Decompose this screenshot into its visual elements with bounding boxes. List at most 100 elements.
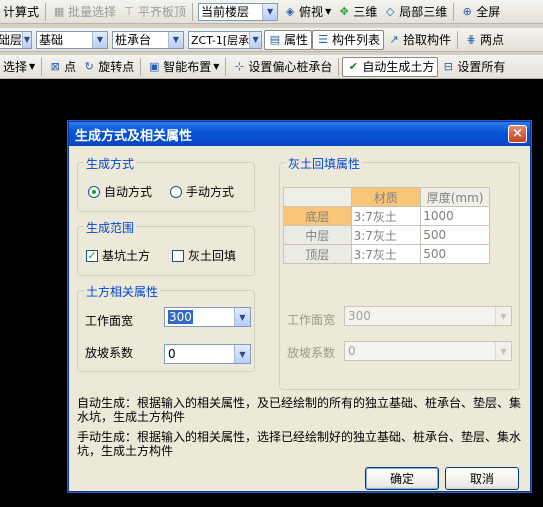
column-header-thickness[interactable]: 厚度(mm): [420, 187, 490, 207]
thickness-cell[interactable]: 500: [420, 244, 490, 264]
properties-icon: ▤: [269, 32, 281, 46]
chevron-down-icon: ▼: [495, 307, 511, 325]
fullscreen-button[interactable]: ⊕ 全屏: [457, 1, 503, 23]
chevron-down-icon: ▼: [325, 7, 332, 16]
list-icon: ☰: [318, 32, 328, 46]
backfill-work-width-select[interactable]: 300 ▼: [344, 306, 512, 326]
dialog-title: 生成方式及相关属性: [69, 122, 530, 146]
point-button[interactable]: ⊠ 点: [45, 56, 79, 78]
checkbox-icon: [172, 249, 184, 262]
two-point-button[interactable]: ⋕ 两点: [461, 29, 507, 51]
main-toolbar: 计算式 ▦ 批量选择 ⊤ 平齐板顶 当前楼层 ▼ ◈ 俯视 ▼ ✥ 三维 ◇ 局部三维 ⊕ 全屏: [0, 0, 543, 24]
formula-button[interactable]: 计算式: [0, 1, 42, 23]
chevron-down-icon: ▼: [92, 31, 107, 48]
backfill-work-width-label: 工作面宽: [287, 313, 336, 327]
table-header-row: 材质 厚度(mm): [283, 187, 490, 207]
generate-mode-group: 生成方式 自动方式 手动方式: [77, 155, 255, 212]
two-point-icon: ⋕: [466, 32, 476, 46]
checkmark-icon: ✓: [86, 248, 98, 262]
toolbar-separator: [192, 2, 194, 21]
work-width-select[interactable]: 300 ▼: [164, 307, 251, 327]
ok-button[interactable]: 确定: [365, 467, 439, 490]
chevron-down-icon: ▼: [168, 31, 183, 48]
backfill-slope-coef-label: 放坡系数: [287, 346, 336, 360]
align-icon: ⊤: [124, 4, 134, 18]
select-button[interactable]: 选择 ▼: [0, 56, 38, 78]
eccentric-cap-button[interactable]: ⊹ 设置偏心桩承台: [229, 56, 335, 78]
eccentric-icon: ⊹: [234, 59, 244, 73]
column-header-material[interactable]: 材质: [350, 187, 422, 207]
backfill-layers-table: 材质 厚度(mm) 底层 3:7灰土 1000 中层 3:7灰土 500 顶层 …: [283, 187, 490, 264]
batch-select-button[interactable]: ▦ 批量选择: [49, 1, 119, 23]
chevron-down-icon: ▼: [29, 62, 36, 71]
chevron-down-icon: ▼: [262, 3, 278, 20]
auto-generate-description: 自动生成：根据输入的相关属性，及已经绘制的所有的独立基础、桩承台、垫层、集水坑，…: [77, 396, 522, 424]
cancel-button[interactable]: 取消: [445, 467, 519, 490]
thickness-cell[interactable]: 1000: [420, 206, 490, 226]
floor-select[interactable]: 基础层▼: [0, 30, 32, 49]
element-list-button[interactable]: ☰ 构件列表: [312, 29, 385, 50]
set-all-button[interactable]: ⊟ 设置所有: [438, 56, 508, 78]
set-all-icon: ⊟: [443, 59, 454, 73]
3d-button[interactable]: ✥ 三维: [334, 1, 380, 23]
local-3d-icon: ◇: [386, 4, 395, 18]
category-select[interactable]: 基础 ▼: [36, 30, 108, 49]
pick-element-button[interactable]: ↗ 拾取构件: [384, 29, 454, 51]
manual-mode-radio[interactable]: 手动方式: [170, 183, 234, 200]
type-select[interactable]: 桩承台 ▼: [112, 30, 184, 49]
slope-coef-select[interactable]: 0 ▼: [164, 344, 251, 364]
smart-layout-icon: ▣: [149, 59, 160, 73]
chevron-down-icon: ▼: [249, 31, 261, 48]
toolbar-separator: [45, 2, 47, 21]
row-header[interactable]: 底层: [283, 206, 352, 226]
chevron-down-icon: ▼: [495, 342, 511, 360]
zoom-icon: ⊕: [462, 4, 472, 18]
3d-icon: ✥: [339, 4, 349, 18]
earthwork-props-label: 土方相关属性: [84, 283, 161, 300]
draw-toolbar: 选择 ▼ ⊠ 点 ↻ 旋转点 ▣ 智能布置 ▼ ⊹ 设置偏心桩承台 ✔ 自动生成土方 ⊟ 设置所…: [0, 55, 543, 79]
current-floor-select[interactable]: 当前楼层 ▼: [198, 2, 279, 21]
pit-earthwork-checkbox[interactable]: ✓ 基坑土方: [86, 247, 150, 264]
radio-icon: [170, 185, 182, 198]
chevron-down-icon: ▼: [234, 345, 250, 363]
chevron-down-icon: ▼: [234, 308, 250, 326]
rotate-icon: ↻: [84, 59, 94, 73]
generate-scope-label: 生成范围: [84, 219, 137, 236]
local-3d-button[interactable]: ◇ 局部三维: [380, 1, 450, 23]
smart-layout-button[interactable]: ▣ 智能布置 ▼: [144, 56, 222, 78]
manual-generate-description: 手动生成：根据输入的相关属性，选择已经绘制好的独立基础、桩承台、垫层、集水坑，生…: [77, 430, 522, 458]
row-header[interactable]: 中层: [283, 225, 352, 245]
toolbar-separator: [41, 57, 43, 76]
pick-icon: ↗: [389, 32, 399, 46]
auto-mode-radio[interactable]: 自动方式: [88, 183, 152, 200]
properties-button[interactable]: ▤ 属性: [264, 29, 313, 50]
table-row: 底层 3:7灰土 1000: [283, 206, 490, 226]
rotate-point-button[interactable]: ↻ 旋转点: [79, 56, 137, 78]
material-cell[interactable]: 3:7灰土: [350, 225, 422, 245]
thickness-cell[interactable]: 500: [420, 225, 490, 245]
toolbar-separator: [140, 57, 142, 76]
backfill-checkbox[interactable]: 灰土回填: [172, 247, 236, 264]
auto-generate-earthwork-button[interactable]: ✔ 自动生成土方: [342, 56, 439, 77]
toolbar-separator: [453, 2, 455, 21]
chevron-down-icon: ▼: [22, 31, 31, 48]
radio-selected-icon: [88, 185, 100, 198]
cube-icon: ◈: [285, 4, 295, 18]
material-cell[interactable]: 3:7灰土: [350, 244, 422, 264]
row-header[interactable]: 顶层: [283, 244, 352, 264]
batch-select-icon: ▦: [53, 4, 65, 18]
backfill-slope-coef-select[interactable]: 0 ▼: [344, 341, 512, 361]
close-button[interactable]: ×: [508, 125, 527, 143]
material-cell[interactable]: 3:7灰土: [350, 206, 422, 226]
work-width-label: 工作面宽: [85, 314, 134, 328]
generate-mode-label: 生成方式: [84, 155, 137, 172]
toolbar-separator: [457, 30, 459, 49]
element-select[interactable]: ZCT-1[层承 ▼: [188, 30, 262, 49]
align-slab-top-button[interactable]: ⊤ 平齐板顶: [119, 1, 189, 23]
table-row: 中层 3:7灰土 500: [283, 225, 490, 245]
table-row: 顶层 3:7灰土 500: [283, 244, 490, 264]
chevron-down-icon: ▼: [213, 62, 220, 71]
top-view-button[interactable]: ◈ 俯视 ▼: [280, 1, 334, 23]
generate-scope-group: 生成范围 ✓ 基坑土方 灰土回填: [77, 219, 255, 276]
slope-coef-label: 放坡系数: [85, 346, 134, 360]
